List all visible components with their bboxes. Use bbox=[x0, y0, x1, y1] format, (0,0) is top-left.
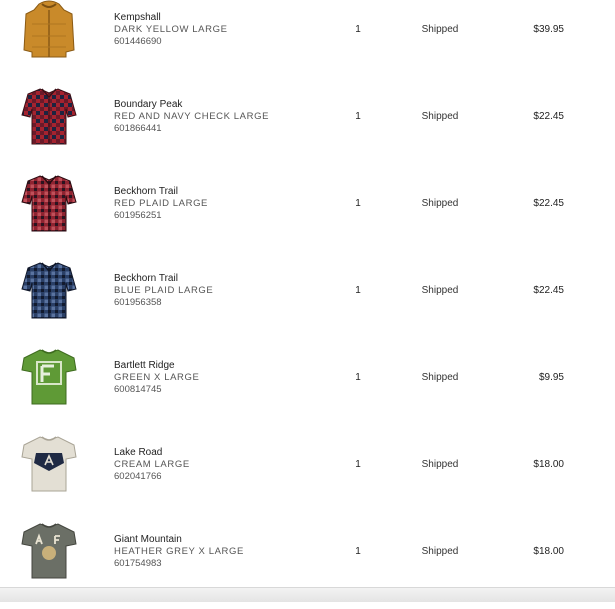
item-quantity: 1 bbox=[355, 198, 361, 209]
item-sku: 601956358 bbox=[114, 297, 162, 308]
item-quantity: 1 bbox=[355, 372, 361, 383]
item-status: Shipped bbox=[421, 459, 459, 470]
item-price: $18.00 bbox=[533, 459, 564, 470]
order-item-row: Beckhorn Trail RED PLAID LARGE 601956251… bbox=[0, 174, 615, 261]
item-name[interactable]: Beckhorn Trail bbox=[114, 273, 178, 284]
item-variant: CREAM LARGE bbox=[114, 459, 190, 470]
order-item-row: Beckhorn Trail BLUE PLAID LARGE 60195635… bbox=[0, 261, 615, 348]
item-sku: 600814745 bbox=[114, 384, 162, 395]
order-item-row: Bartlett Ridge GREEN X LARGE 600814745 1… bbox=[0, 348, 615, 435]
item-variant: BLUE PLAID LARGE bbox=[114, 285, 214, 296]
item-name[interactable]: Boundary Peak bbox=[114, 99, 182, 110]
yellow-jacket-icon[interactable] bbox=[20, 0, 78, 58]
item-sku: 601754983 bbox=[114, 558, 162, 569]
red-plaid-shirt-icon[interactable] bbox=[20, 174, 78, 232]
item-variant: RED AND NAVY CHECK LARGE bbox=[114, 111, 270, 122]
item-price: $39.95 bbox=[533, 24, 564, 35]
item-variant: RED PLAID LARGE bbox=[114, 198, 208, 209]
item-name[interactable]: Bartlett Ridge bbox=[114, 360, 175, 371]
item-quantity: 1 bbox=[355, 459, 361, 470]
item-status: Shipped bbox=[421, 198, 459, 209]
item-status: Shipped bbox=[421, 546, 459, 557]
item-name[interactable]: Lake Road bbox=[114, 447, 162, 458]
item-price: $9.95 bbox=[538, 372, 564, 383]
item-name[interactable]: Kempshall bbox=[114, 12, 161, 23]
order-item-row: Lake Road CREAM LARGE 602041766 1 Shippe… bbox=[0, 435, 615, 522]
item-price: $22.45 bbox=[533, 111, 564, 122]
item-sku: 601956251 bbox=[114, 210, 162, 221]
green-tshirt-icon[interactable] bbox=[20, 348, 78, 406]
item-variant: GREEN X LARGE bbox=[114, 372, 200, 383]
item-price: $22.45 bbox=[533, 198, 564, 209]
item-quantity: 1 bbox=[355, 546, 361, 557]
item-sku: 601866441 bbox=[114, 123, 162, 134]
item-name[interactable]: Beckhorn Trail bbox=[114, 186, 178, 197]
blue-plaid-shirt-icon[interactable] bbox=[20, 261, 78, 319]
item-status: Shipped bbox=[421, 111, 459, 122]
bottom-divider-bar bbox=[0, 587, 615, 602]
item-quantity: 1 bbox=[355, 285, 361, 296]
item-status: Shipped bbox=[421, 372, 459, 383]
item-name[interactable]: Giant Mountain bbox=[114, 534, 182, 545]
grey-tshirt-icon[interactable] bbox=[20, 522, 78, 580]
order-item-row: Boundary Peak RED AND NAVY CHECK LARGE 6… bbox=[0, 87, 615, 174]
item-price: $18.00 bbox=[533, 546, 564, 557]
item-variant: DARK YELLOW LARGE bbox=[114, 24, 228, 35]
item-sku: 601446690 bbox=[114, 36, 162, 47]
item-status: Shipped bbox=[421, 285, 459, 296]
cream-tshirt-icon[interactable] bbox=[20, 435, 78, 493]
item-price: $22.45 bbox=[533, 285, 564, 296]
item-quantity: 1 bbox=[355, 111, 361, 122]
item-status: Shipped bbox=[421, 24, 459, 35]
order-item-row: Kempshall DARK YELLOW LARGE 601446690 1 … bbox=[0, 0, 615, 87]
red-navy-shirt-icon[interactable] bbox=[20, 87, 78, 145]
item-variant: HEATHER GREY X LARGE bbox=[114, 546, 244, 557]
item-quantity: 1 bbox=[355, 24, 361, 35]
item-sku: 602041766 bbox=[114, 471, 162, 482]
